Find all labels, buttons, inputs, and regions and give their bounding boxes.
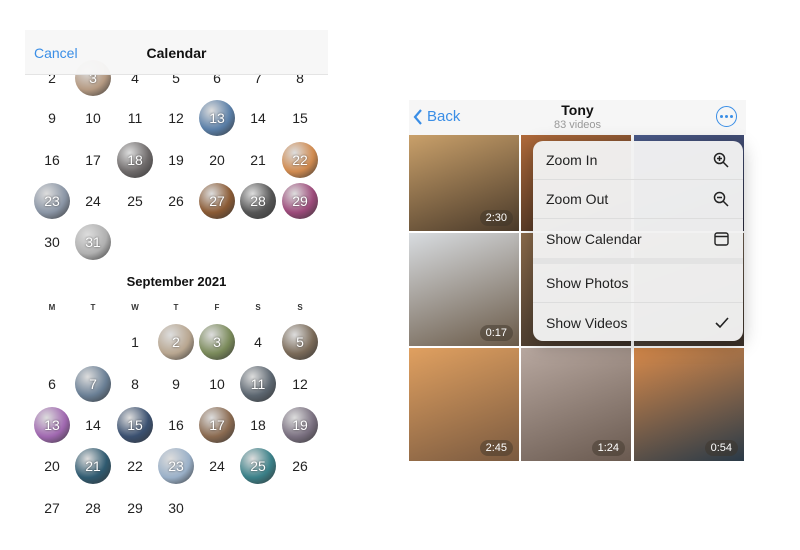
video-thumbnail[interactable]: 1:24 bbox=[521, 348, 631, 461]
menu-item-label: Show Videos bbox=[546, 314, 628, 331]
weekday-label: W bbox=[131, 303, 139, 312]
calendar-day-sep-17[interactable]: 17 bbox=[199, 407, 235, 443]
calendar-day-sep-6[interactable]: 6 bbox=[34, 366, 70, 402]
options-menu: Zoom In Zoom Out Show Calendar Show Photos S… bbox=[533, 141, 743, 341]
calendar-day-sep-12[interactable]: 12 bbox=[282, 366, 318, 402]
ellipsis-icon bbox=[720, 115, 723, 118]
calendar-day-sep-5[interactable]: 5 bbox=[282, 324, 318, 360]
calendar-day-sep-27[interactable]: 27 bbox=[34, 490, 70, 525]
calendar-day-sep-18[interactable]: 18 bbox=[240, 407, 276, 443]
calendar-day-aug-16[interactable]: 16 bbox=[34, 142, 70, 178]
video-duration: 0:54 bbox=[704, 440, 738, 456]
calendar-day-sep-8[interactable]: 8 bbox=[117, 366, 153, 402]
calendar-day-sep-3[interactable]: 3 bbox=[199, 324, 235, 360]
weekday-label: S bbox=[297, 303, 303, 312]
calendar-day-sep-2[interactable]: 2 bbox=[158, 324, 194, 360]
calendar-day-aug-9[interactable]: 9 bbox=[34, 100, 70, 136]
calendar-panel: Cancel Calendar 2 3 4 5 6 7 8 9 10 11 12 13 14 15 16 17… bbox=[25, 30, 328, 525]
calendar-day-sep-11[interactable]: 11 bbox=[240, 366, 276, 402]
calendar-day-aug-15[interactable]: 15 bbox=[282, 100, 318, 136]
calendar-day-sep-1[interactable]: 1 bbox=[117, 324, 153, 360]
video-duration: 0:17 bbox=[479, 325, 513, 341]
calendar-day-aug-19[interactable]: 19 bbox=[158, 142, 194, 178]
calendar-day-sep-22[interactable]: 22 bbox=[117, 448, 153, 484]
calendar-day-sep-28[interactable]: 28 bbox=[75, 490, 111, 525]
menu-item-label: Show Photos bbox=[546, 275, 629, 291]
video-count: 83 videos bbox=[553, 119, 602, 131]
calendar-day-aug-24[interactable]: 24 bbox=[75, 183, 111, 219]
video-duration: 2:30 bbox=[479, 210, 513, 226]
menu-item-show-videos[interactable]: Show Videos bbox=[533, 303, 743, 341]
calendar-day-sep-4[interactable]: 4 bbox=[240, 324, 276, 360]
calendar-day-aug-17[interactable]: 17 bbox=[75, 142, 111, 178]
calendar-day-sep-15[interactable]: 15 bbox=[117, 407, 153, 443]
page-title: Calendar bbox=[146, 45, 207, 61]
menu-item-show-calendar[interactable]: Show Calendar bbox=[533, 219, 743, 258]
video-thumbnail[interactable]: 2:45 bbox=[409, 348, 519, 461]
calendar-day-sep-24[interactable]: 24 bbox=[199, 448, 235, 484]
calendar-day-sep-10[interactable]: 10 bbox=[199, 366, 235, 402]
calendar-day-sep-30[interactable]: 30 bbox=[158, 490, 194, 525]
calendar-header: Cancel Calendar bbox=[25, 30, 328, 75]
more-options-button[interactable] bbox=[716, 106, 737, 127]
calendar-day-aug-11[interactable]: 11 bbox=[117, 100, 153, 136]
calendar-icon bbox=[714, 231, 729, 246]
calendar-day-aug-18[interactable]: 18 bbox=[117, 142, 153, 178]
calendar-day-sep-19[interactable]: 19 bbox=[282, 407, 318, 443]
calendar-day-aug-22[interactable]: 22 bbox=[282, 142, 318, 178]
video-thumbnail[interactable]: 2:30 bbox=[409, 135, 519, 231]
calendar-day-sep-29[interactable]: 29 bbox=[117, 490, 153, 525]
calendar-day-sep-13[interactable]: 13 bbox=[34, 407, 70, 443]
calendar-day-aug-28[interactable]: 28 bbox=[240, 183, 276, 219]
calendar-day-aug-27[interactable]: 27 bbox=[199, 183, 235, 219]
menu-item-label: Zoom In bbox=[546, 152, 598, 168]
video-thumbnail[interactable]: 0:17 bbox=[409, 233, 519, 346]
weekday-label: M bbox=[48, 303, 56, 312]
calendar-day-aug-12[interactable]: 12 bbox=[158, 100, 194, 136]
zoom-in-icon bbox=[713, 152, 729, 168]
weekday-label: S bbox=[255, 303, 261, 312]
calendar-day-sep-25[interactable]: 25 bbox=[240, 448, 276, 484]
calendar-day-aug-21[interactable]: 21 bbox=[240, 142, 276, 178]
album-title: Tony bbox=[561, 102, 594, 118]
checkmark-icon bbox=[715, 316, 729, 329]
menu-item-label: Show Calendar bbox=[546, 230, 642, 247]
calendar-day-aug-29[interactable]: 29 bbox=[282, 183, 318, 219]
nav-bar: Back Tony 83 videos bbox=[409, 100, 746, 135]
menu-item-show-photos[interactable]: Show Photos bbox=[533, 264, 743, 303]
calendar-day-sep-23[interactable]: 23 bbox=[158, 448, 194, 484]
calendar-day-sep-9[interactable]: 9 bbox=[158, 366, 194, 402]
menu-item-zoom-in[interactable]: Zoom In bbox=[533, 141, 743, 180]
menu-item-label: Zoom Out bbox=[546, 191, 609, 207]
zoom-out-icon bbox=[713, 191, 729, 207]
calendar-day-aug-26[interactable]: 26 bbox=[158, 183, 194, 219]
calendar-day-aug-23[interactable]: 23 bbox=[34, 183, 70, 219]
calendar-day-sep-26[interactable]: 26 bbox=[282, 448, 318, 484]
calendar-day-aug-31[interactable]: 31 bbox=[75, 224, 111, 260]
calendar-day-aug-25[interactable]: 25 bbox=[117, 183, 153, 219]
calendar-day-aug-10[interactable]: 10 bbox=[75, 100, 111, 136]
calendar-day-sep-20[interactable]: 20 bbox=[34, 448, 70, 484]
calendar-day-sep-21[interactable]: 21 bbox=[75, 448, 111, 484]
calendar-day-sep-16[interactable]: 16 bbox=[158, 407, 194, 443]
calendar-day-aug-30[interactable]: 30 bbox=[34, 224, 70, 260]
menu-item-zoom-out[interactable]: Zoom Out bbox=[533, 180, 743, 219]
calendar-day-aug-20[interactable]: 20 bbox=[199, 142, 235, 178]
calendar-day-aug-14[interactable]: 14 bbox=[240, 100, 276, 136]
video-thumbnail[interactable]: 0:54 bbox=[634, 348, 744, 461]
calendar-day-sep-14[interactable]: 14 bbox=[75, 407, 111, 443]
weekday-label: F bbox=[214, 303, 220, 312]
calendar-day-sep-7[interactable]: 7 bbox=[75, 366, 111, 402]
weekday-label: T bbox=[173, 303, 179, 312]
video-duration: 2:45 bbox=[479, 440, 513, 456]
month-title: September 2021 bbox=[126, 274, 227, 289]
video-duration: 1:24 bbox=[591, 440, 625, 456]
calendar-day-aug-13[interactable]: 13 bbox=[199, 100, 235, 136]
weekday-label: T bbox=[90, 303, 96, 312]
